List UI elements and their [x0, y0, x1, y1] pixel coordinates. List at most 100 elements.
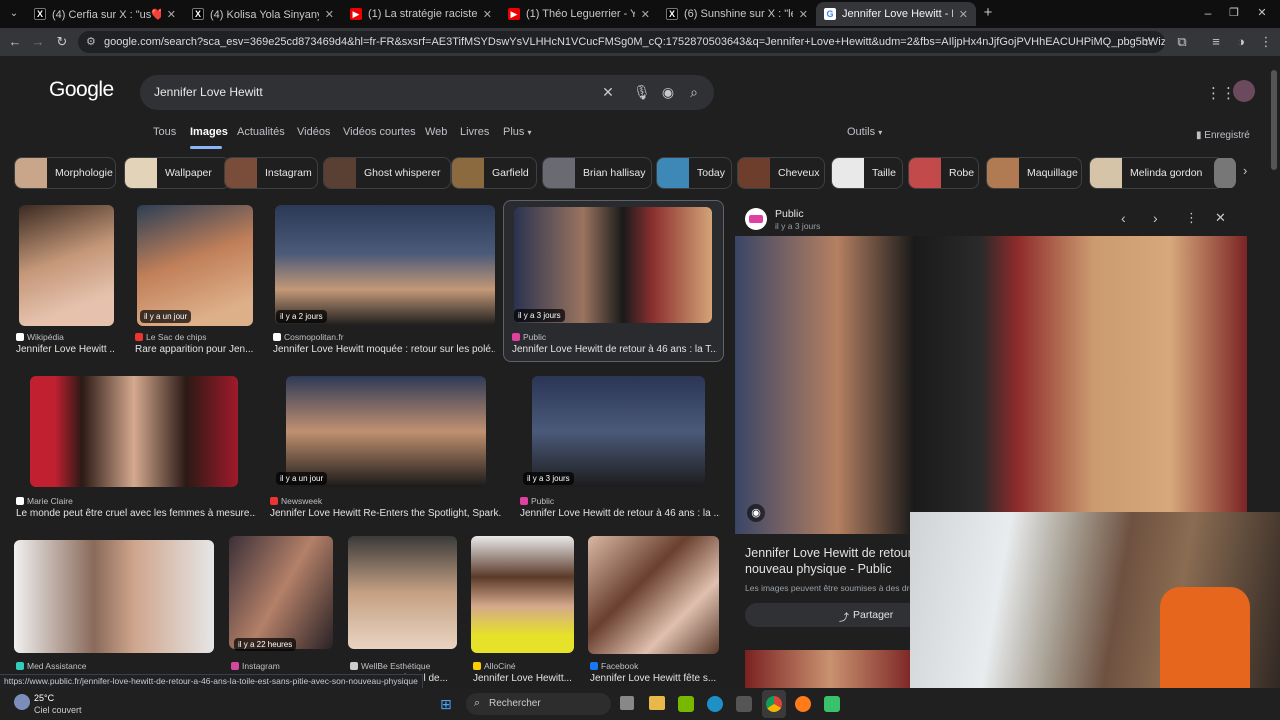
search-input[interactable]: Jennifer Love Hewitt: [154, 85, 263, 99]
next-image-chevron-icon[interactable]: ›: [1153, 210, 1158, 226]
new-tab-icon[interactable]: +: [980, 5, 996, 21]
result-image[interactable]: [229, 536, 333, 649]
chip-robe[interactable]: Robe: [908, 157, 979, 189]
chrome-taskbar-active[interactable]: [762, 690, 786, 718]
nav-tab-news[interactable]: Actualités: [237, 126, 285, 138]
forward-icon[interactable]: →: [30, 34, 46, 50]
nav-tab-books[interactable]: Livres: [460, 126, 489, 138]
chip-ghost-whisperer[interactable]: Ghost whisperer: [323, 157, 451, 189]
result-image[interactable]: [471, 536, 574, 653]
nav-tab-web[interactable]: Web: [425, 126, 447, 138]
panel-title-line1[interactable]: Jennifer Love Hewitt de retour: [745, 546, 912, 560]
store-icon[interactable]: [736, 696, 752, 712]
tab-6-active[interactable]: G Jennifer Love Hewitt - Recherch ✕: [816, 2, 976, 26]
result-image[interactable]: [588, 536, 719, 654]
result-caption[interactable]: Jennifer Love Hewitt de retour à 46 ans …: [520, 508, 720, 519]
reading-list-icon[interactable]: ≡: [1208, 34, 1224, 50]
result-caption[interactable]: Jennifer Love Hewitt...: [473, 673, 575, 684]
result-image[interactable]: [275, 205, 495, 326]
menu-kebab-icon[interactable]: ⋮: [1258, 34, 1274, 50]
close-tab-icon[interactable]: ✕: [483, 8, 492, 21]
result-source[interactable]: Cosmopolitan.fr: [273, 332, 344, 342]
result-caption[interactable]: Jennifer Love Hewitt fête s...: [590, 673, 720, 684]
result-source[interactable]: Newsweek: [270, 496, 322, 506]
result-source[interactable]: Med Assistance: [16, 661, 87, 671]
chip-today[interactable]: Today: [656, 157, 732, 189]
extensions-icon[interactable]: ⧉: [1174, 34, 1190, 50]
close-tab-icon[interactable]: ✕: [325, 8, 334, 21]
tab-3[interactable]: ▶ (1) La stratégie raciste - YouTub ✕: [342, 2, 500, 26]
result-image[interactable]: [348, 536, 457, 649]
reload-icon[interactable]: ↻: [54, 34, 70, 50]
result-image[interactable]: [286, 376, 486, 487]
result-image[interactable]: [19, 205, 114, 326]
nvidia-icon[interactable]: [678, 696, 694, 712]
result-source[interactable]: Le Sac de chips: [135, 332, 206, 342]
result-caption[interactable]: Jennifer Love Hewitt Re-Enters the Spotl…: [270, 508, 502, 519]
result-source[interactable]: Public: [520, 496, 554, 506]
edge-icon[interactable]: [707, 696, 723, 712]
nav-tab-images[interactable]: Images: [190, 126, 228, 138]
result-image[interactable]: [532, 376, 705, 487]
file-explorer-icon[interactable]: [649, 696, 665, 710]
result-image[interactable]: [14, 540, 214, 653]
back-icon[interactable]: ←: [7, 34, 23, 50]
chip-partial[interactable]: [1214, 157, 1236, 189]
tab-4[interactable]: ▶ (1) Théo Leguerrier - YouTube ✕: [500, 2, 658, 26]
search-box[interactable]: Jennifer Love Hewitt ✕ 🎙 ◉ ⌕: [140, 75, 714, 110]
app-icon[interactable]: [824, 696, 840, 712]
result-image[interactable]: [30, 376, 238, 487]
clear-search-icon[interactable]: ✕: [600, 84, 616, 100]
tab-5[interactable]: X (6) Sunshine sur X : "les mecs q ✕: [658, 2, 816, 26]
task-view-icon[interactable]: [620, 696, 634, 710]
result-caption[interactable]: Jennifer Love Hewitt ...: [16, 344, 114, 355]
bookmark-star-icon[interactable]: ☆: [1141, 34, 1157, 50]
search-icon[interactable]: ⌕: [686, 84, 702, 100]
result-source[interactable]: WellBe Esthétique: [350, 661, 430, 671]
maximize-icon[interactable]: ❐: [1226, 5, 1242, 21]
result-source[interactable]: Instagram: [231, 661, 280, 671]
more-options-icon[interactable]: ⋮: [1185, 210, 1198, 226]
close-tab-icon[interactable]: ✕: [167, 8, 176, 21]
chip-wallpaper[interactable]: Wallpaper: [124, 157, 230, 189]
result-image[interactable]: [514, 207, 712, 323]
lens-search-icon[interactable]: ◉: [660, 84, 676, 100]
tab-search-icon[interactable]: ⌄: [6, 6, 22, 22]
result-source[interactable]: AlloCiné: [473, 661, 516, 671]
apps-grid-icon[interactable]: ⋮⋮: [1206, 84, 1236, 102]
result-caption[interactable]: Jennifer Love Hewitt moquée : retour sur…: [273, 344, 495, 355]
windows-start-icon[interactable]: ⊞: [440, 696, 456, 712]
tab-1[interactable]: X (4) Cerfia sur X : "us❤️ FLASH | ✕: [26, 2, 184, 26]
close-tab-icon[interactable]: ✕: [641, 8, 650, 21]
result-caption[interactable]: Rare apparition pour Jen...: [135, 344, 253, 355]
panel-source[interactable]: Public: [775, 208, 804, 220]
result-caption[interactable]: Le monde peut être cruel avec les femmes…: [16, 508, 256, 519]
profile-icon[interactable]: ◑: [1233, 34, 1249, 50]
result-image[interactable]: [137, 205, 253, 326]
scrollbar-thumb[interactable]: [1271, 70, 1277, 170]
site-info-icon[interactable]: ⚙: [86, 31, 96, 53]
minimize-icon[interactable]: –: [1200, 5, 1216, 21]
nav-tab-all[interactable]: Tous: [153, 126, 176, 138]
lens-visual-search-icon[interactable]: ◉: [747, 504, 765, 522]
chip-melinda-gordon[interactable]: Melinda gordon: [1089, 157, 1223, 189]
result-source[interactable]: Facebook: [590, 661, 638, 671]
weather-icon[interactable]: [14, 694, 30, 710]
weather-desc[interactable]: Ciel couvert: [34, 705, 82, 715]
chips-next-chevron-icon[interactable]: ›: [1243, 163, 1247, 178]
result-caption[interactable]: Jennifer Love Hewitt de retour à 46 ans …: [512, 344, 717, 355]
close-tab-icon[interactable]: ✕: [799, 8, 808, 21]
weather-temp[interactable]: 25°C: [34, 693, 54, 703]
result-source[interactable]: Wikipédia: [16, 332, 64, 342]
image-result-4-selected[interactable]: il y a 3 jours Public Jennifer Love Hewi…: [503, 200, 724, 362]
result-source[interactable]: Public: [512, 332, 546, 342]
nav-tab-videos[interactable]: Vidéos: [297, 126, 330, 138]
saved-button[interactable]: ▮ Enregistré: [1196, 130, 1250, 141]
related-image-thumbnail[interactable]: [745, 650, 915, 688]
chip-garfield[interactable]: Garfield: [451, 157, 537, 189]
taskbar-search[interactable]: ⌕ Rechercher: [466, 693, 611, 715]
chip-maquillage[interactable]: Maquillage: [986, 157, 1082, 189]
close-window-icon[interactable]: ✕: [1254, 5, 1270, 21]
tab-2[interactable]: X (4) Kolisa Yola Sinyanya (PhD) 🇿🇦 ✕: [184, 2, 342, 26]
firefox-icon[interactable]: [795, 696, 811, 712]
